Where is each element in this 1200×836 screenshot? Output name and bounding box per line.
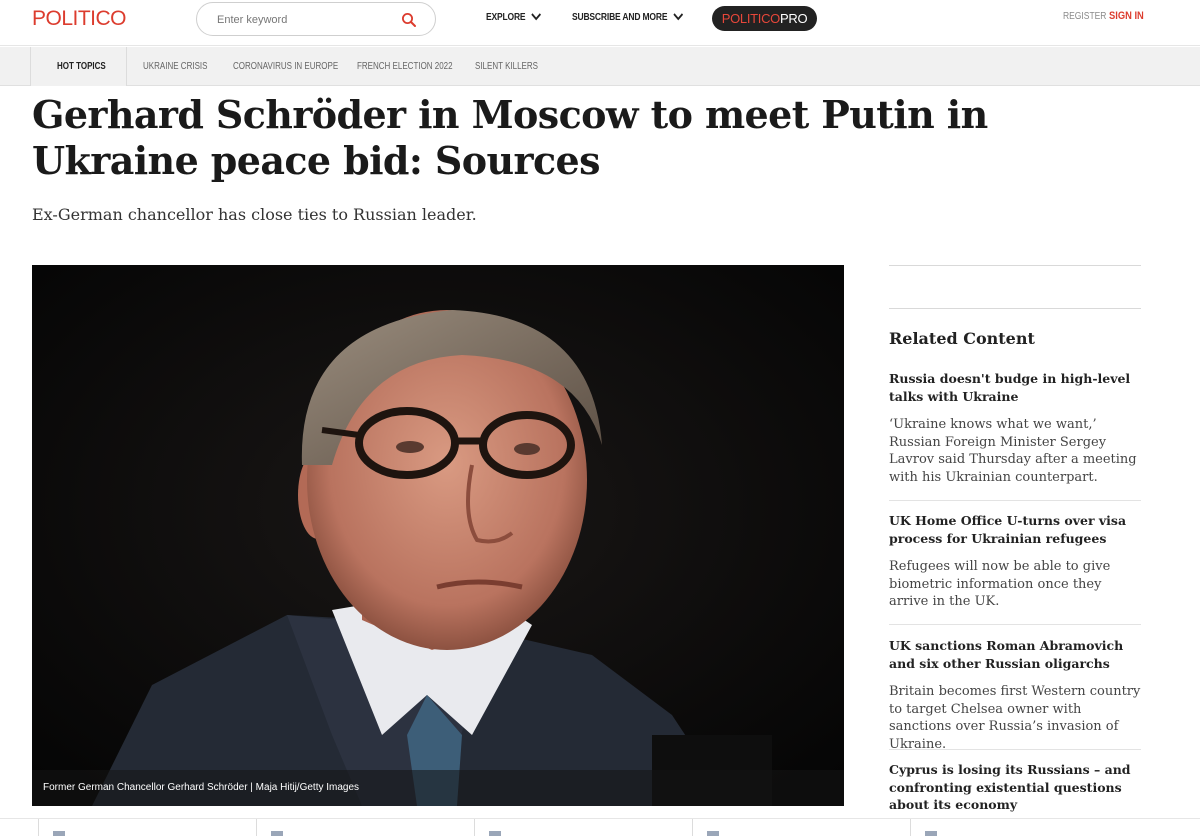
image-caption: Former German Chancellor Gerhard Schröde… bbox=[32, 770, 844, 806]
related-item-summary: Britain becomes first Western country to… bbox=[889, 684, 1141, 752]
related-item[interactable]: Cyprus is losing its Russians – and conf… bbox=[889, 761, 1141, 814]
bottom-card[interactable] bbox=[910, 819, 1128, 836]
related-item-headline[interactable]: Russia doesn't budge in high-level talks… bbox=[889, 370, 1141, 405]
nav-explore[interactable]: EXPLORE bbox=[486, 12, 541, 23]
bottom-content-strip bbox=[0, 818, 1200, 836]
thumbnail-icon bbox=[925, 831, 937, 836]
thumbnail-icon bbox=[53, 831, 65, 836]
related-separator bbox=[889, 749, 1141, 750]
sign-in-link[interactable]: SIGN IN bbox=[1109, 10, 1144, 22]
article-hero-image[interactable]: Former German Chancellor Gerhard Schröde… bbox=[32, 265, 844, 806]
related-content-title: Related Content bbox=[889, 329, 1035, 348]
chevron-down-icon bbox=[531, 13, 541, 21]
topic-silent-killers[interactable]: SILENT KILLERS bbox=[475, 61, 538, 72]
top-navigation-bar: POLITICO EXPLORE SUBSCRIBE AND MORE POLI… bbox=[0, 0, 1200, 46]
topic-french-election-2022[interactable]: FRENCH ELECTION 2022 bbox=[357, 61, 453, 72]
pro-suffix-text: PRO bbox=[780, 11, 808, 26]
search-icon[interactable] bbox=[401, 12, 417, 28]
topic-ukraine-crisis[interactable]: UKRAINE CRISIS bbox=[143, 61, 207, 72]
nav-subscribe-label: SUBSCRIBE AND MORE bbox=[572, 12, 668, 23]
topic-coronavirus-in-europe[interactable]: CORONAVIRUS IN EUROPE bbox=[233, 61, 338, 72]
related-item-headline[interactable]: Cyprus is losing its Russians – and conf… bbox=[889, 761, 1141, 814]
related-item[interactable]: UK sanctions Roman Abramovich and six ot… bbox=[889, 637, 1141, 753]
politico-pro-button[interactable]: POLITICOPRO bbox=[712, 6, 817, 31]
hot-topics-bar: HOT TOPICS UKRAINE CRISIS CORONAVIRUS IN… bbox=[0, 47, 1200, 86]
thumbnail-icon bbox=[271, 831, 283, 836]
nav-explore-label: EXPLORE bbox=[486, 12, 526, 23]
article-dek: Ex-German chancellor has close ties to R… bbox=[32, 205, 477, 224]
related-item-summary: ‘Ukraine knows what we want,’ Russian Fo… bbox=[889, 417, 1137, 485]
bottom-card[interactable] bbox=[692, 819, 910, 836]
thumbnail-icon bbox=[489, 831, 501, 836]
politico-logo[interactable]: POLITICO bbox=[32, 7, 127, 31]
sidebar-divider-top bbox=[889, 265, 1141, 266]
pro-politico-text: POLITICO bbox=[721, 11, 781, 26]
related-item-headline[interactable]: UK Home Office U-turns over visa process… bbox=[889, 512, 1141, 547]
related-separator bbox=[889, 500, 1141, 501]
related-item-summary: Refugees will now be able to give biomet… bbox=[889, 559, 1111, 609]
register-link[interactable]: REGISTER bbox=[1063, 11, 1106, 22]
nav-subscribe-and-more[interactable]: SUBSCRIBE AND MORE bbox=[572, 12, 683, 23]
related-item-headline[interactable]: UK sanctions Roman Abramovich and six ot… bbox=[889, 637, 1141, 672]
sidebar-divider bbox=[889, 308, 1141, 309]
portrait-photo bbox=[32, 265, 844, 806]
article-headline: Gerhard Schröder in Moscow to meet Putin… bbox=[32, 92, 988, 183]
bottom-card[interactable] bbox=[256, 819, 474, 836]
hot-topics-label: HOT TOPICS bbox=[57, 61, 106, 72]
chevron-down-icon bbox=[673, 13, 683, 21]
search-box[interactable] bbox=[196, 2, 436, 36]
related-item[interactable]: UK Home Office U-turns over visa process… bbox=[889, 512, 1141, 611]
related-separator bbox=[889, 624, 1141, 625]
related-item[interactable]: Russia doesn't budge in high-level talks… bbox=[889, 370, 1141, 486]
bottom-card[interactable] bbox=[38, 819, 256, 836]
bottom-card[interactable] bbox=[474, 819, 692, 836]
thumbnail-icon bbox=[707, 831, 719, 836]
search-input[interactable] bbox=[217, 11, 397, 29]
